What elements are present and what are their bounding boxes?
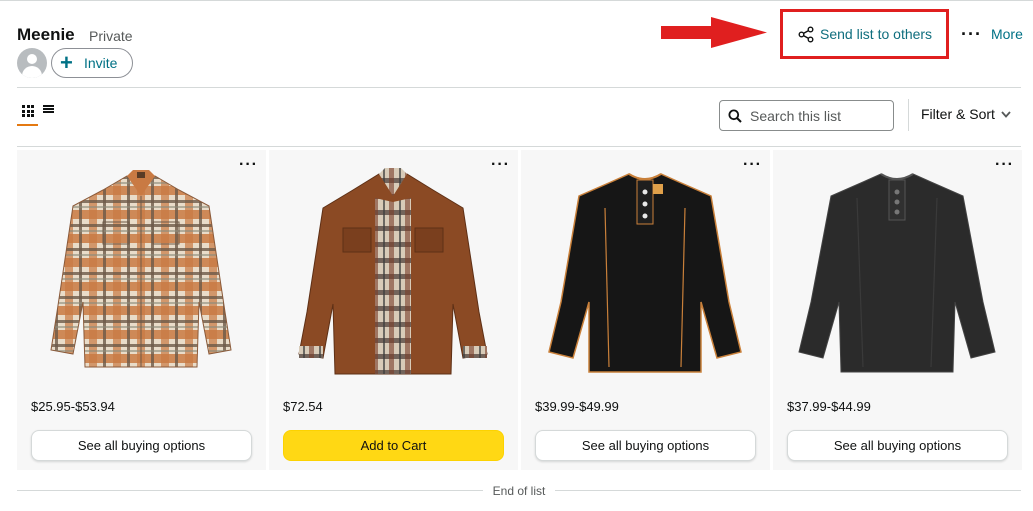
item-options-icon[interactable]: ··· bbox=[491, 157, 510, 173]
item-price: $72.54 bbox=[283, 399, 323, 414]
share-icon bbox=[798, 26, 814, 42]
grid-view-icon[interactable] bbox=[22, 105, 34, 117]
invite-button[interactable]: + Invite bbox=[51, 48, 133, 78]
active-view-indicator bbox=[17, 124, 38, 126]
list-title: Meenie bbox=[17, 25, 75, 44]
list-item[interactable]: ··· $72.54 Add to Cart bbox=[269, 150, 518, 470]
product-image-plaid-shirt[interactable] bbox=[41, 162, 241, 380]
search-icon bbox=[728, 109, 742, 123]
search-input[interactable] bbox=[750, 107, 890, 124]
list-item[interactable]: ··· $25.95-$53.94 See all buying options bbox=[17, 150, 266, 470]
toolbar-separator bbox=[908, 99, 909, 131]
end-of-list-label: End of list bbox=[492, 484, 546, 498]
see-all-buying-options-button[interactable]: See all buying options bbox=[787, 430, 1008, 461]
end-divider-right bbox=[555, 490, 1021, 491]
header-divider bbox=[17, 87, 1021, 88]
top-border bbox=[0, 0, 1033, 1]
see-all-buying-options-button[interactable]: See all buying options bbox=[31, 430, 252, 461]
item-options-icon[interactable]: ··· bbox=[743, 157, 762, 173]
filter-sort-dropdown[interactable]: Filter & Sort bbox=[921, 106, 1011, 122]
send-list-label: Send list to others bbox=[820, 26, 933, 42]
see-all-buying-options-button[interactable]: See all buying options bbox=[535, 430, 756, 461]
list-item[interactable]: ··· $37.99-$44.99 See all buying options bbox=[773, 150, 1022, 470]
item-options-icon[interactable]: ··· bbox=[995, 157, 1014, 173]
product-image-black-henley[interactable] bbox=[545, 162, 745, 380]
more-label: More bbox=[990, 26, 1023, 42]
search-box[interactable] bbox=[719, 100, 894, 131]
avatar[interactable] bbox=[17, 48, 47, 78]
invite-label: Invite bbox=[84, 55, 118, 71]
list-view-icon[interactable] bbox=[43, 105, 54, 116]
item-options-icon[interactable]: ··· bbox=[239, 157, 258, 173]
chevron-down-icon bbox=[1001, 110, 1011, 118]
item-price: $25.95-$53.94 bbox=[31, 399, 115, 414]
list-item[interactable]: ··· $39.99-$49.99 See all buying options bbox=[521, 150, 770, 470]
more-dots-icon: ··· bbox=[961, 24, 982, 44]
end-divider-left bbox=[17, 490, 483, 491]
product-image-brown-jacket[interactable] bbox=[293, 162, 493, 380]
add-to-cart-button[interactable]: Add to Cart bbox=[283, 430, 504, 461]
red-arrow-annotation bbox=[661, 17, 767, 48]
send-list-link[interactable]: Send list to others bbox=[798, 24, 932, 44]
item-price: $37.99-$44.99 bbox=[787, 399, 871, 414]
product-image-charcoal-henley[interactable] bbox=[797, 162, 997, 380]
filter-sort-label: Filter & Sort bbox=[921, 106, 995, 122]
more-menu[interactable]: ··· More bbox=[961, 24, 1023, 44]
content-divider bbox=[17, 146, 1021, 147]
privacy-label: Private bbox=[89, 28, 133, 44]
item-price: $39.99-$49.99 bbox=[535, 399, 619, 414]
plus-icon: + bbox=[60, 50, 73, 75]
